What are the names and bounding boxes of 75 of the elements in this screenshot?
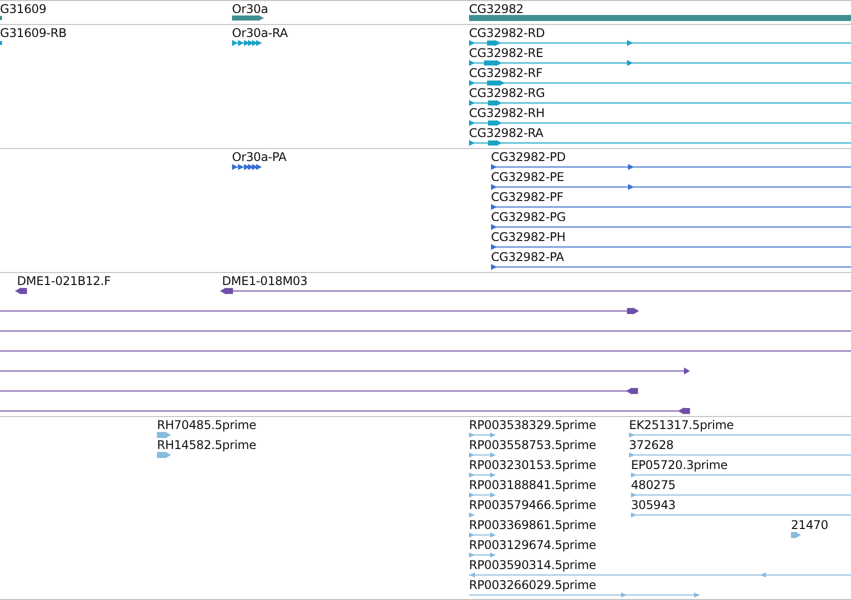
- feature-label: RP003230153.5prime: [469, 458, 596, 472]
- clone-alignment-glyph[interactable]: [0, 408, 690, 414]
- feature-label: CG32982-PE: [491, 170, 564, 184]
- feature-label: Or30a: [232, 2, 268, 16]
- feature-label: CG32982-RA: [469, 126, 544, 140]
- feature-label: CG32982-PF: [491, 190, 564, 204]
- feature-label: G31609: [0, 2, 46, 16]
- protein-glyph[interactable]: [491, 204, 851, 210]
- feature-label: RH14582.5prime: [157, 438, 256, 452]
- feature-label: CG32982-PG: [491, 210, 566, 224]
- protein-glyph[interactable]: [491, 164, 851, 170]
- feature-label: RP003266029.5prime: [469, 578, 596, 592]
- est-alignment-glyph[interactable]: [631, 472, 851, 478]
- feature-label: RP003129674.5prime: [469, 538, 596, 552]
- protein-glyph[interactable]: [491, 224, 851, 230]
- feature-label: RP003538329.5prime: [469, 418, 596, 432]
- feature-label: CG32982: [469, 2, 524, 16]
- feature-label: Or30a-PA: [232, 150, 286, 164]
- protein-glyph[interactable]: [491, 264, 851, 270]
- est-alignment-glyph[interactable]: [631, 492, 851, 498]
- est-alignment-glyph[interactable]: [469, 432, 496, 438]
- transcript-glyph[interactable]: [469, 80, 851, 86]
- feature-label: 372628: [629, 438, 674, 452]
- feature-label: RP003369861.5prime: [469, 518, 596, 532]
- feature-label: RP003188841.5prime: [469, 478, 596, 492]
- est-alignment-glyph[interactable]: [157, 432, 171, 438]
- est-alignment-glyph[interactable]: [629, 432, 851, 438]
- transcript-glyph[interactable]: [469, 140, 851, 146]
- feature-label: RP003590314.5prime: [469, 558, 596, 572]
- feature-label: CG32982-RH: [469, 106, 545, 120]
- feature-label: RP003558753.5prime: [469, 438, 596, 452]
- protein-glyph[interactable]: [491, 244, 851, 250]
- clone-alignment-glyph[interactable]: [220, 288, 851, 294]
- feature-label: EK251317.5prime: [629, 418, 734, 432]
- est-alignment-glyph[interactable]: [469, 452, 496, 458]
- est-alignment-glyph[interactable]: [469, 512, 475, 518]
- feature-label: CG32982-PH: [491, 230, 566, 244]
- est-alignment-glyph[interactable]: [157, 452, 171, 458]
- feature-label: RP003579466.5prime: [469, 498, 596, 512]
- feature-label: CG32982-RE: [469, 46, 544, 60]
- feature-label: 21470: [791, 518, 828, 532]
- feature-label: CG32982-RF: [469, 66, 542, 80]
- est-alignment-glyph[interactable]: [791, 532, 801, 538]
- feature-label: CG32982-RG: [469, 86, 545, 100]
- feature-label: Or30a-RA: [232, 26, 288, 40]
- clone-alignment-glyph[interactable]: [0, 368, 690, 374]
- est-alignment-glyph[interactable]: [469, 532, 496, 538]
- est-alignment-glyph[interactable]: [629, 452, 851, 458]
- est-alignment-glyph[interactable]: [469, 552, 496, 558]
- feature-label: EP05720.3prime: [631, 458, 728, 472]
- est-alignment-glyph[interactable]: [631, 512, 851, 518]
- feature-label: DME1-021B12.F: [17, 274, 111, 288]
- transcript-glyph[interactable]: [469, 100, 851, 106]
- clone-alignment-glyph[interactable]: [0, 308, 639, 314]
- feature-label: CG32982-RD: [469, 26, 545, 40]
- est-alignment-glyph[interactable]: [469, 592, 700, 598]
- feature-label: G31609-RB: [0, 26, 67, 40]
- feature-label: 305943: [631, 498, 676, 512]
- clone-alignment-glyph[interactable]: [15, 288, 27, 294]
- feature-label: DME1-018M03: [222, 274, 308, 288]
- feature-label: 480275: [631, 478, 676, 492]
- transcript-glyph[interactable]: [469, 40, 851, 46]
- gene-bar[interactable]: [232, 15, 264, 21]
- est-alignment-glyph[interactable]: [469, 492, 496, 498]
- transcript-glyph[interactable]: [232, 40, 262, 46]
- feature-label: CG32982-PA: [491, 250, 564, 264]
- feature-label: CG32982-PD: [491, 150, 566, 164]
- protein-glyph[interactable]: [232, 164, 262, 170]
- transcript-glyph[interactable]: [469, 60, 851, 66]
- protein-glyph[interactable]: [491, 184, 851, 190]
- est-alignment-glyph[interactable]: [469, 472, 496, 478]
- transcript-glyph[interactable]: [469, 120, 851, 126]
- feature-label: RH70485.5prime: [157, 418, 256, 432]
- est-alignment-glyph[interactable]: [469, 572, 851, 578]
- clone-alignment-glyph[interactable]: [0, 388, 638, 394]
